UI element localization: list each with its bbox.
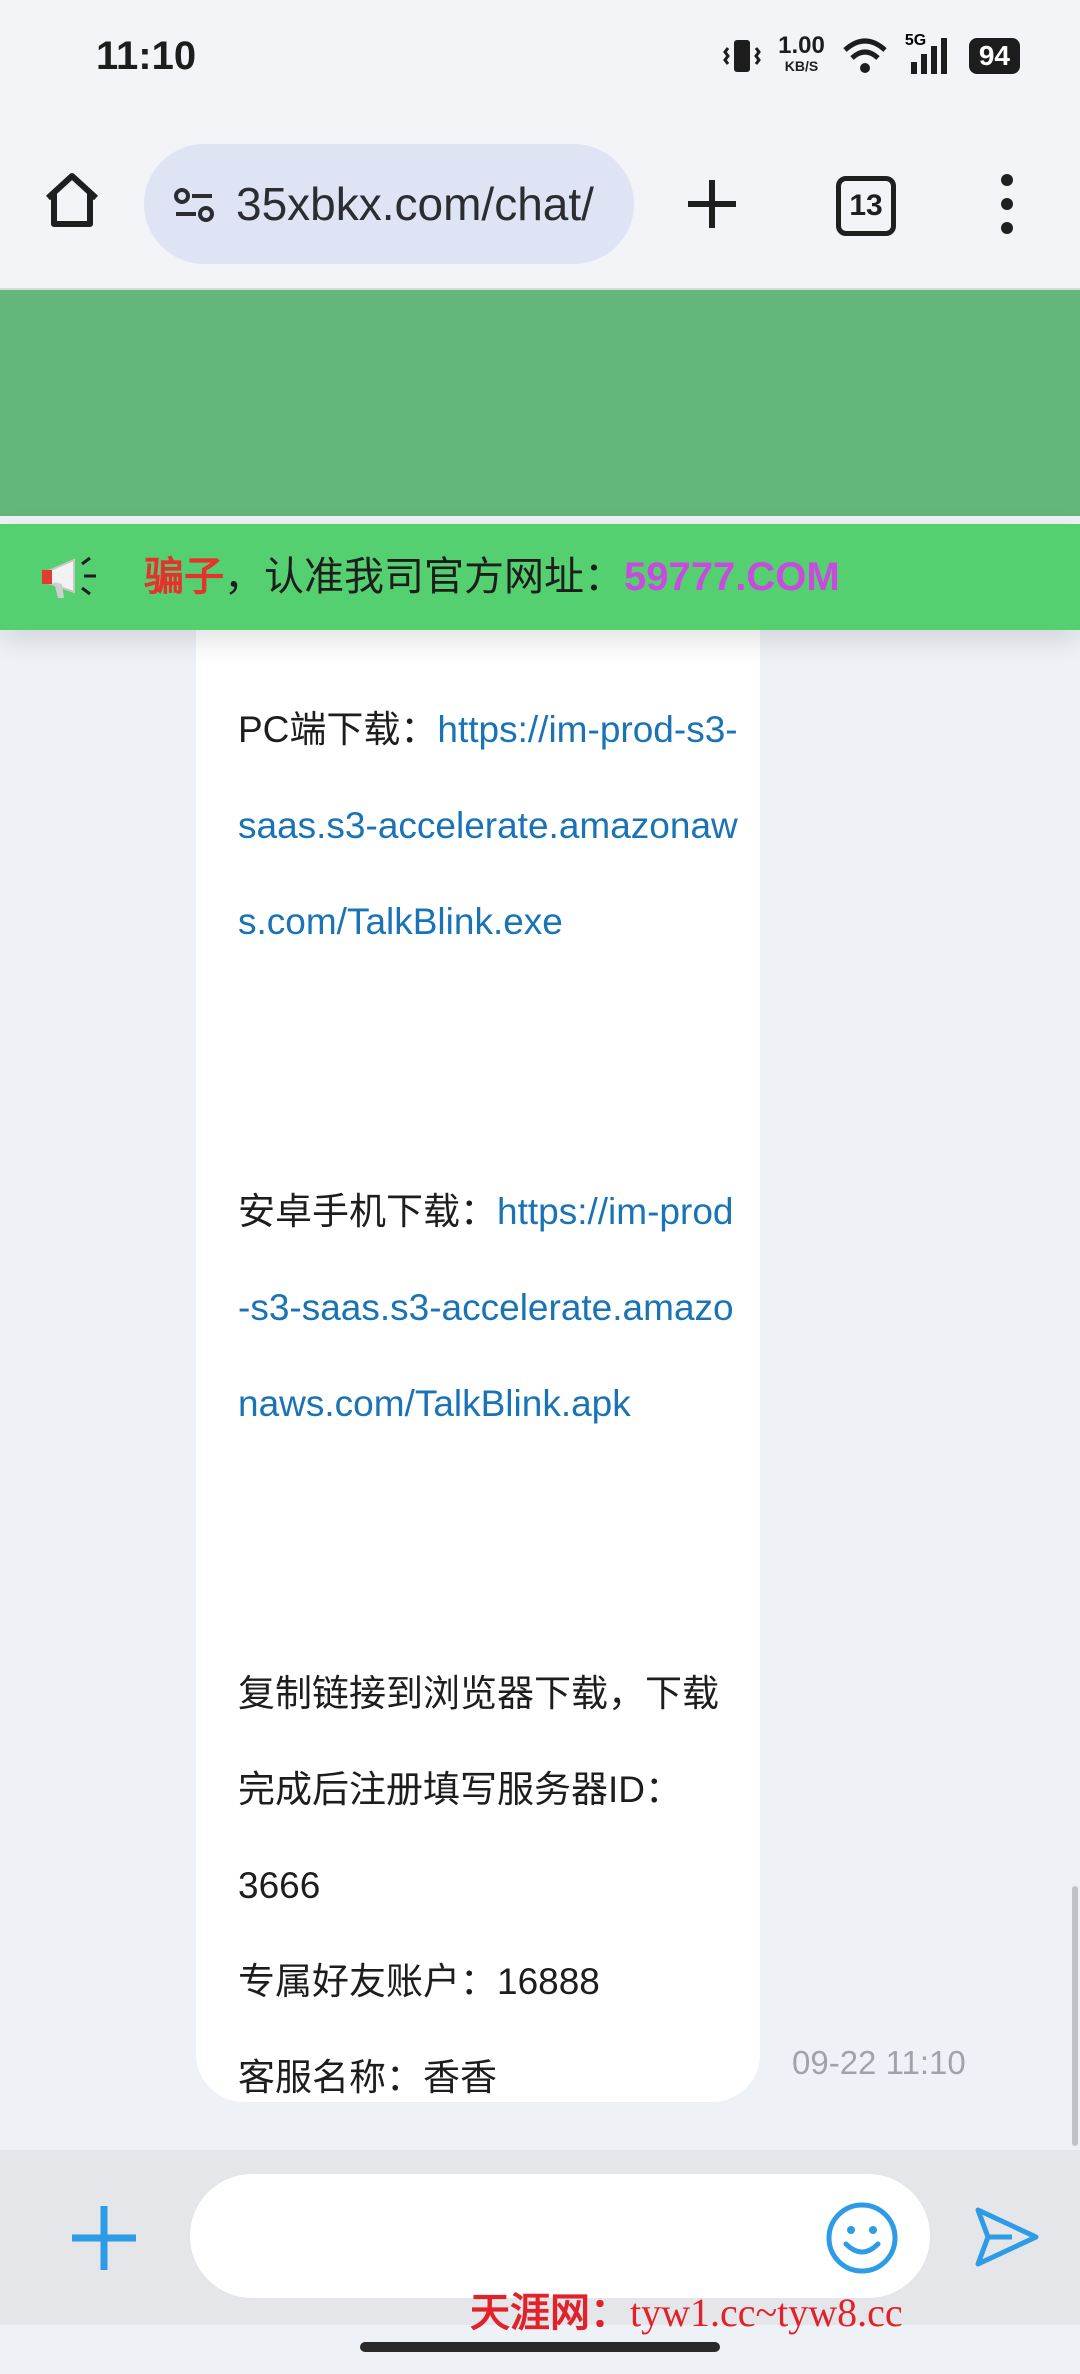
scrollbar[interactable] (1072, 1886, 1078, 2146)
notice-text: 骗子，认准我司官方网址：59777.COM (144, 544, 840, 602)
android-download: 安卓手机下载：https://im-prod-s3-saas.s3-accele… (238, 1164, 738, 1452)
net-speed: 1.00 KB/S (778, 34, 825, 76)
notice-message: ，认准我司官方网址： (224, 555, 624, 599)
status-icons: 1.00 KB/S 5G 94 (722, 32, 1020, 76)
notice-bar: 骗子，认准我司官方网址：59777.COM (0, 524, 1080, 630)
download-instructions: 复制链接到浏览器下载，下载完成后注册填写服务器ID：3666 (238, 1673, 719, 1906)
message-bubble: PC端下载：https://im-prod-s3-saas.s3-acceler… (196, 560, 760, 2102)
site-settings-icon[interactable] (168, 178, 220, 230)
home-icon[interactable] (40, 168, 104, 232)
home-indicator[interactable] (360, 2342, 720, 2352)
vibrate-icon (723, 40, 761, 72)
pc-download-label: PC端下载： (238, 709, 438, 750)
network-type: 5G (904, 32, 927, 49)
browser-toolbar: 35xbkx.com/chat/ 13 (0, 120, 1080, 290)
url-text[interactable]: 35xbkx.com/chat/ (236, 177, 594, 231)
signal: 5G (905, 32, 953, 76)
pc-download: PC端下载：https://im-prod-s3-saas.s3-acceler… (238, 682, 738, 970)
net-speed-value: 1.00 (778, 32, 825, 59)
battery-indicator: 94 (968, 38, 1020, 74)
header-banner (0, 290, 1080, 516)
net-speed-unit: KB/S (784, 58, 819, 74)
message-timestamp: 09-22 11:10 (792, 2044, 966, 2081)
megaphone-icon (42, 556, 96, 598)
emoji-icon[interactable] (824, 2200, 900, 2276)
official-site[interactable]: 59777.COM (624, 555, 840, 599)
watermark: 天涯网：tyw1.cc~tyw8.cc (470, 2280, 903, 2338)
send-icon[interactable] (972, 2202, 1042, 2272)
service-name: 客服名称：香香 (238, 2057, 497, 2098)
android-download-label: 安卓手机下载： (238, 1191, 497, 1232)
status-bar: 11:10 1.00 KB/S 5G 94 (0, 0, 1080, 120)
notice-scam-word: 骗子 (144, 555, 224, 599)
wifi-icon (843, 38, 887, 73)
watermark-brand: 天涯网： (470, 2290, 630, 2335)
more-menu-icon[interactable] (992, 172, 1022, 236)
tab-switcher-button[interactable]: 13 (836, 176, 896, 236)
new-tab-icon[interactable] (684, 176, 740, 232)
status-time: 11:10 (96, 34, 197, 78)
watermark-domains: tyw1.cc~tyw8.cc (630, 2290, 903, 2335)
friend-account: 专属好友账户：16888 (238, 1961, 600, 2002)
attach-plus-icon[interactable] (66, 2200, 142, 2276)
address-bar[interactable]: 35xbkx.com/chat/ (144, 144, 634, 264)
